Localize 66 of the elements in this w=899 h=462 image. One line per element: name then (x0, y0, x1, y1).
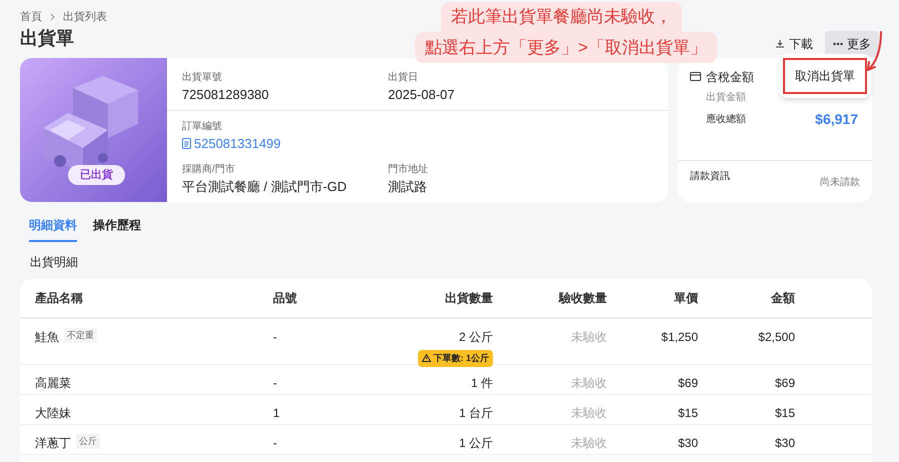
table-cell-text: 1 件 (470, 374, 493, 392)
amount-label: 應收總額 (706, 112, 746, 126)
section-title: 出貨明細 (30, 254, 79, 270)
table-cell-text: 未驗收 (570, 374, 607, 392)
unit-tag: 公斤 (76, 434, 100, 449)
table-cell-text: $1,250 (660, 328, 698, 346)
annotation-text: 點選右上方「更多」>「取消出貨單」 (415, 32, 717, 63)
field-value: 平台測試餐廳 / 測試門市-GD (182, 178, 348, 196)
table-cell-text: 1 (273, 404, 281, 422)
table-cell-text: - (273, 328, 278, 346)
table-cell-text: $15 (676, 404, 698, 422)
order-number-link[interactable]: 525081331499 (182, 134, 653, 154)
download-icon (775, 38, 785, 48)
field-value: 725081289380 (182, 86, 270, 104)
table-cell-text: $15 (774, 404, 795, 422)
column-header: 金額 (770, 290, 795, 306)
download-button[interactable]: 下載 (767, 30, 821, 56)
table-cell-text: - (273, 374, 278, 392)
field-label: 出貨日 (388, 70, 419, 84)
breadcrumb-link[interactable]: 出貨列表 (63, 9, 107, 26)
table-cell-text: $30 (774, 434, 795, 452)
warning-icon (422, 354, 432, 362)
table-cell-text: 大陸妹 (35, 404, 71, 422)
table-cell-text: 1 公斤 (458, 434, 493, 452)
warning-badge: 下單數: 1公斤 (418, 350, 493, 367)
table-cell-text: $69 (774, 374, 795, 392)
table-cell-text: $69 (676, 374, 698, 392)
billing-status: 尚未請款 (820, 176, 860, 190)
column-header: 驗收數量 (558, 290, 607, 306)
more-icon (833, 42, 843, 46)
document-icon (182, 138, 191, 150)
tab[interactable]: 操作歷程 (93, 216, 141, 242)
table-cell-text: 2 公斤 (458, 328, 493, 346)
column-header: 單價 (673, 290, 698, 306)
column-header: 品號 (273, 290, 298, 306)
amount-label: 出貨金額 (706, 90, 746, 104)
table-cell-text: 未驗收 (570, 404, 607, 422)
table-cell-text: 1 台斤 (458, 404, 493, 422)
field-label: 採購商/門市 (182, 162, 236, 176)
field-value: 2025-08-07 (388, 86, 456, 104)
table-cell-text: 洋蔥丁 (35, 434, 71, 452)
page-title: 出貨單 (20, 27, 74, 50)
annotation-text: 若此筆出貨單餐廳尚未驗收， (440, 2, 682, 32)
billing-label: 請款資訊 (690, 170, 730, 184)
table-cell-text: $2,500 (757, 328, 795, 346)
column-header: 產品名稱 (35, 290, 84, 306)
table-cell-text: 未驗收 (570, 328, 607, 346)
field-value: 測試路 (388, 178, 428, 196)
field-label: 門市地址 (388, 162, 429, 176)
table-cell-text: 未驗收 (570, 434, 607, 452)
more-button[interactable]: 更多 (825, 30, 879, 56)
chevron-icon (50, 13, 55, 22)
card-icon (690, 72, 701, 81)
status-badge: 已出貨 (68, 164, 125, 185)
table-cell-text: 高麗菜 (35, 374, 71, 392)
field-label: 出貨單號 (182, 70, 223, 84)
table-cell-text: - (273, 434, 278, 452)
unit-tag: 不定重 (64, 328, 97, 343)
table-cell-text: $30 (676, 434, 698, 452)
field-label: 訂單編號 (182, 120, 223, 134)
cancel-shipment-menu-item[interactable]: 取消出貨單 (783, 58, 867, 94)
breadcrumb-link[interactable]: 首頁 (20, 9, 42, 26)
table-cell-text: 鮭魚 (35, 328, 59, 346)
column-header: 出貨數量 (444, 290, 493, 306)
amount-value: $6,917 (815, 110, 858, 128)
amount-title: 含稅金額 (706, 68, 754, 86)
